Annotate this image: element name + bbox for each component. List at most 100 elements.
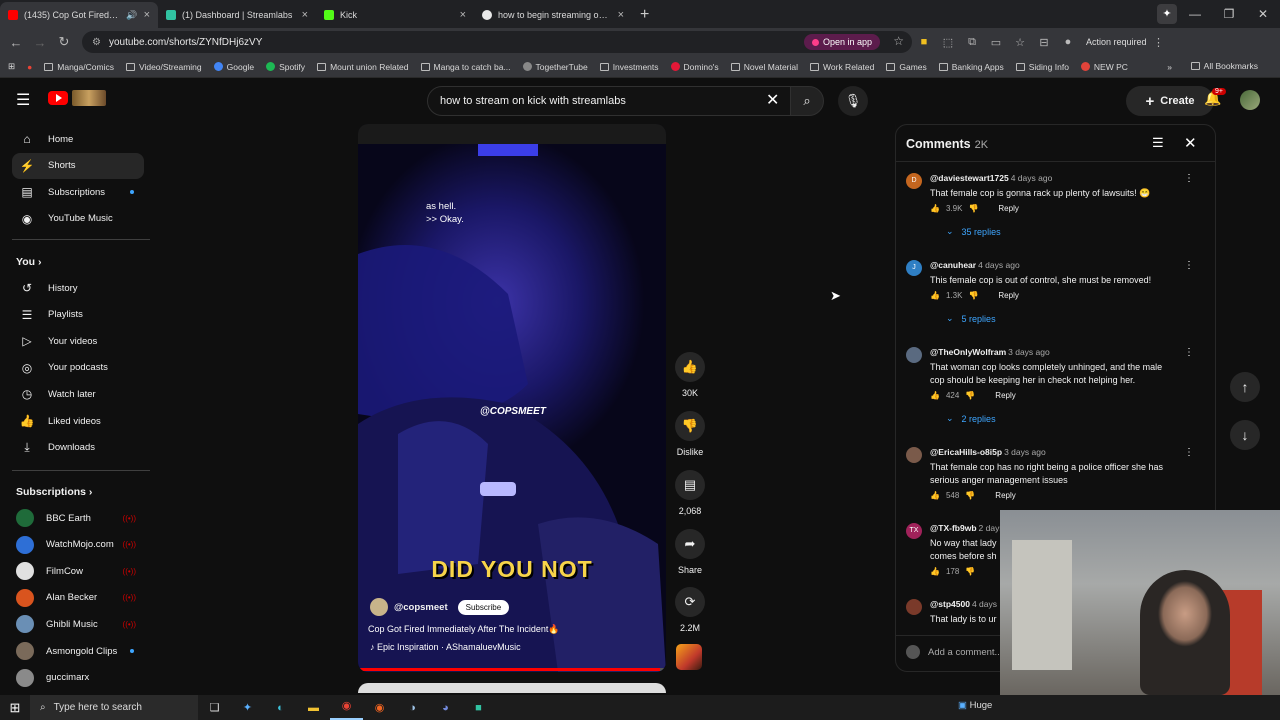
sort-icon[interactable]: ☰: [1152, 135, 1164, 151]
split-screen-icon[interactable]: ▭: [984, 36, 1008, 49]
collections-icon[interactable]: ⊟: [1032, 36, 1056, 49]
bookmark-item[interactable]: Novel Material: [730, 62, 798, 72]
app-icon[interactable]: ◉: [363, 701, 396, 714]
new-tab-icon[interactable]: +: [640, 6, 649, 24]
next-short-preview[interactable]: [358, 683, 666, 693]
share-button[interactable]: ➦: [675, 529, 705, 559]
discord-icon[interactable]: ◕: [429, 702, 462, 714]
reply-button[interactable]: Reply: [995, 491, 1015, 500]
browser-tab[interactable]: Kick ×: [316, 2, 474, 28]
bookmark-item[interactable]: Video/Streaming: [125, 62, 202, 72]
comment-menu-icon[interactable]: ⋮: [1184, 173, 1194, 184]
bookmark-item[interactable]: Siding Info: [1015, 62, 1069, 72]
thumbs-up-icon[interactable]: 👍: [930, 204, 940, 213]
comment-author[interactable]: @daviestewart1725: [930, 173, 1009, 183]
comment-avatar[interactable]: D: [906, 173, 922, 189]
sidebar-section-subscriptions[interactable]: Subscriptions ›: [16, 486, 92, 498]
chrome-icon[interactable]: ◉: [330, 695, 363, 720]
thumbs-down-icon[interactable]: 👎: [968, 204, 978, 213]
audio-icon[interactable]: 🔊: [126, 10, 137, 21]
copilot-icon[interactable]: ✦: [1157, 4, 1177, 24]
reload-icon[interactable]: ↻: [52, 34, 76, 50]
comment-avatar[interactable]: [906, 447, 922, 463]
browser-tab[interactable]: (1435) Cop Got Fired Imme 🔊 ×: [0, 2, 158, 28]
comment-time[interactable]: 3 days ago: [1004, 447, 1046, 457]
comment-menu-icon[interactable]: ⋮: [1184, 447, 1194, 458]
create-button[interactable]: + Create: [1126, 86, 1214, 116]
favorites-icon[interactable]: ☆: [1008, 36, 1032, 49]
bookmark-item[interactable]: Investments: [599, 62, 659, 72]
youtube-logo[interactable]: [48, 90, 106, 106]
maximize-icon[interactable]: ❐: [1212, 7, 1246, 21]
profile-icon[interactable]: ●: [1056, 36, 1080, 48]
previous-short-button[interactable]: ↑: [1230, 372, 1260, 402]
apps-icon[interactable]: ⊞: [8, 61, 15, 72]
extension-icon[interactable]: ⬚: [936, 36, 960, 49]
reply-button[interactable]: Reply: [998, 291, 1018, 300]
menu-icon[interactable]: ☰: [16, 90, 30, 110]
sidebar-item-downloads[interactable]: ⤓ Downloads: [12, 435, 144, 461]
comment-time[interactable]: 4 days: [972, 599, 997, 609]
comment-author[interactable]: @canuhear: [930, 260, 976, 270]
channel-avatar[interactable]: [370, 598, 388, 616]
comment-avatar[interactable]: [906, 347, 922, 363]
open-in-app-button[interactable]: Open in app: [803, 34, 880, 50]
subscribe-button[interactable]: Subscribe: [457, 599, 510, 615]
dislike-button[interactable]: 👎: [675, 411, 705, 441]
like-button[interactable]: 👍: [675, 352, 705, 382]
bookmark-item[interactable]: Manga to catch ba...: [420, 62, 511, 72]
sidebar-item-playlists[interactable]: ☰ Playlists: [12, 302, 144, 328]
thumbs-up-icon[interactable]: 👍: [930, 391, 940, 400]
more-bookmarks-icon[interactable]: »: [1167, 62, 1172, 72]
video-progress-bar[interactable]: [358, 668, 666, 671]
action-required-button[interactable]: Action required: [1086, 37, 1147, 47]
comment-menu-icon[interactable]: ⋮: [1184, 347, 1194, 358]
reply-button[interactable]: Reply: [998, 204, 1018, 213]
thumbs-up-icon[interactable]: 👍: [930, 291, 940, 300]
bookmark-item[interactable]: Spotify: [266, 62, 305, 72]
forward-icon[interactable]: →: [28, 35, 52, 50]
sidebar-item-liked-videos[interactable]: 👍 Liked videos: [12, 408, 144, 434]
tray-widget[interactable]: ▣ Huge: [958, 700, 992, 711]
comment-avatar[interactable]: [906, 599, 922, 615]
thumbs-down-icon[interactable]: 👎: [968, 291, 978, 300]
site-info-icon[interactable]: ⚙: [92, 37, 101, 48]
sidebar-item-your-videos[interactable]: ▷ Your videos: [12, 328, 144, 354]
windows-start-icon[interactable]: ⊞: [0, 700, 30, 716]
comment-avatar[interactable]: TX: [906, 523, 922, 539]
view-replies-button[interactable]: ⌄ 35 replies: [946, 226, 1001, 237]
close-icon[interactable]: ✕: [1184, 134, 1197, 152]
sidebar-item-youtube-music[interactable]: ◉ YouTube Music: [12, 206, 144, 232]
bookmark-icon[interactable]: ●: [27, 62, 32, 72]
task-view-icon[interactable]: ❑: [198, 701, 231, 714]
close-tab-icon[interactable]: ×: [144, 9, 150, 21]
sidebar-channel[interactable]: WatchMojo.com ((•)): [12, 532, 144, 558]
sidebar-item-shorts[interactable]: ⚡ Shorts: [12, 152, 144, 179]
sidebar-item-your-podcasts[interactable]: ◎ Your podcasts: [12, 355, 144, 381]
bookmark-item[interactable]: Work Related: [810, 62, 874, 72]
edge-icon[interactable]: ◐: [264, 702, 297, 714]
next-short-button[interactable]: ↓: [1230, 420, 1260, 450]
comment-author[interactable]: @TheOnlyWolfram: [930, 347, 1006, 357]
close-window-icon[interactable]: ✕: [1246, 7, 1280, 21]
comment-menu-icon[interactable]: ⋮: [1184, 260, 1194, 271]
sidebar-channel[interactable]: Ghibli Music ((•)): [12, 611, 144, 637]
comment-author[interactable]: @TX-fb9wb: [930, 523, 977, 533]
browser-tab[interactable]: (1) Dashboard | Streamlabs ×: [158, 2, 316, 28]
sidebar-item-watch-later[interactable]: ◷ Watch later: [12, 381, 144, 407]
sidebar-channel[interactable]: Alan Becker ((•)): [12, 585, 144, 611]
url-field[interactable]: ⚙ youtube.com/shorts/ZYNfDHj6zVY Open in…: [82, 31, 912, 53]
all-bookmarks-button[interactable]: All Bookmarks: [1190, 61, 1258, 71]
shorts-video-player[interactable]: as hell. >> Okay. @COPSMEET DID YOU NOT @…: [358, 124, 666, 672]
bookmark-item[interactable]: TogetherTube: [522, 62, 588, 72]
sidebar-item-subscriptions[interactable]: ▤ Subscriptions: [12, 179, 144, 205]
sidebar-channel[interactable]: guccimarx: [12, 665, 144, 690]
comment-time[interactable]: 3 days ago: [1008, 347, 1050, 357]
bookmark-item[interactable]: Banking Apps: [938, 62, 1004, 72]
sidebar-item-home[interactable]: ⌂ Home: [12, 126, 144, 152]
taskbar-search[interactable]: ⌕ Type here to search: [30, 695, 198, 720]
sidebar-section-you[interactable]: You ›: [16, 256, 41, 268]
video-title[interactable]: Cop Got Fired Immediately After The Inci…: [368, 624, 560, 635]
comment-time[interactable]: 4 days ago: [978, 260, 1020, 270]
sidebar-channel[interactable]: BBC Earth ((•)): [12, 505, 144, 531]
